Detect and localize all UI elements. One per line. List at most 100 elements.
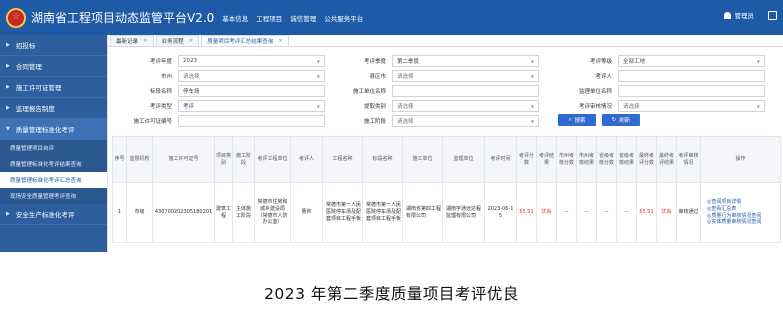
column-header: 监督机构 (126, 136, 153, 183)
close-icon[interactable]: × (143, 38, 148, 44)
evaluator-field: 考评人 (548, 69, 765, 82)
chevron-right-icon: ▶ (6, 42, 10, 48)
season-select[interactable]: 第二季度 ▼ (392, 54, 539, 67)
sidebar-item-label: 监理报告制度 (15, 105, 55, 113)
field-label: 考评类型 (149, 103, 172, 110)
year-select[interactable]: 2023 ▼ (178, 54, 325, 67)
review-select[interactable]: 请选择 ▼ (618, 99, 765, 112)
level-field: 考评等级 全部工地 ▼ (548, 54, 765, 67)
view-detail-link[interactable]: ◎查阅项目详情 (707, 199, 779, 206)
menu-icon[interactable] (768, 10, 777, 20)
stage-select[interactable]: 请选择 ▼ (392, 114, 539, 127)
cell-prov-result: -- (616, 182, 637, 243)
supervisor-input[interactable] (618, 84, 765, 97)
search-button[interactable]: ⌕ 搜索 (558, 114, 596, 126)
sidebar-item-safety-standard[interactable]: ▶ 安全生产标准化考评 (0, 204, 107, 225)
user-menu[interactable]: 管理员 (723, 10, 755, 20)
cell-city-result: -- (576, 182, 597, 243)
sidebar-subitem-result-query[interactable]: 质量管理标准化考评结果查询 (0, 156, 107, 172)
sidebar-item-label: 安全生产标准化考评 (15, 211, 75, 219)
chevron-down-icon: ▼ (316, 103, 320, 109)
cell-review: 审核通过 (676, 182, 701, 243)
sidebar-subitem-site-query[interactable]: 现场安全质量管理考评查询 (0, 188, 107, 204)
chevron-down-icon: ▼ (530, 58, 534, 64)
bid-name-input[interactable]: 停车场 (178, 84, 325, 97)
chevron-right-icon: ▶ (6, 84, 10, 90)
level-select[interactable]: 全部工地 ▼ (618, 54, 765, 67)
problem-type-select[interactable]: 请选择 ▼ (392, 99, 539, 112)
chevron-down-icon: ▼ (530, 73, 534, 79)
tab-latest[interactable]: 最新记录 × (110, 35, 154, 46)
sidebar-item-label: 施工许可证管理 (15, 84, 62, 92)
chevron-right-icon: ▶ (6, 105, 10, 111)
column-header: 考评时间 (484, 136, 517, 183)
field-label: 提取类别 (363, 103, 386, 110)
sidebar-subitem-self-eval[interactable]: 质量管理项目自评 (0, 140, 107, 156)
close-icon[interactable]: × (189, 38, 194, 44)
nav-basic-info[interactable]: 基本信息 (222, 13, 248, 23)
season-field: 考评季度 第二季度 ▼ (322, 54, 539, 67)
cell-result: 优良 (536, 182, 557, 243)
city-select[interactable]: 请选择 ▼ (178, 69, 325, 82)
field-label: 施工许可证编号 (133, 118, 172, 125)
main-content: 最新记录 × 业务流程 × 质量项目考评汇总结果查询 × 考评年度 2023 ▼ 考评季… (107, 35, 783, 252)
field-label: 考评等级 (589, 58, 612, 65)
cell-builder: 湖南省第四工程有限公司 (402, 182, 443, 243)
select-value: 2023 (183, 57, 197, 64)
sidebar-subitem-summary-query[interactable]: 质量管理标准化考评汇总查询 (0, 172, 107, 188)
tab-workflow[interactable]: 业务流程 × (155, 35, 200, 46)
table-header-row: 序号 监督机构 施工许可证号 项目类别 施工阶段 考评工程单位 考评人 工程名称… (112, 136, 781, 183)
search-button-label: 搜索 (574, 118, 586, 124)
column-header: 标段名称 (362, 136, 403, 183)
sidebar-item-label: 招投标 (15, 42, 36, 50)
column-header: 工程名称 (322, 136, 363, 183)
builder-input[interactable] (392, 84, 539, 97)
tab-summary-query[interactable]: 质量项目考评汇总结果查询 × (201, 35, 289, 46)
column-header: 序号 (112, 136, 127, 183)
cell-score: 85.91 (516, 182, 537, 243)
chevron-down-icon: ▼ (530, 118, 534, 124)
entity-review-link[interactable]: ◎实体质量审核情况查阅 (707, 219, 779, 226)
chevron-down-icon: ▼ (756, 58, 760, 64)
sidebar-item-quality-standard[interactable]: ▼ 质量管理标准化考评 (0, 119, 107, 140)
builder-field: 施工单位名称 (322, 84, 539, 97)
close-icon[interactable]: × (278, 38, 283, 44)
nav-public-service[interactable]: 公共服务平台 (324, 13, 363, 23)
nav-integrity[interactable]: 诚信管理 (290, 13, 316, 23)
sidebar-item-permit[interactable]: ▶ 施工许可证管理 (0, 77, 107, 98)
field-label: 施工单位名称 (352, 88, 386, 95)
form-row: 施工许可证编号 施工阶段 请选择 ▼ ⌕ 搜索 ↻ 刷新 (108, 114, 783, 127)
eval-type-select[interactable]: 考评 ▼ (178, 99, 325, 112)
chevron-down-icon: ▼ (316, 73, 320, 79)
tab-label: 业务流程 (161, 39, 184, 45)
select-value: 全部工地 (623, 58, 646, 65)
column-header: 考评分数 (516, 136, 537, 183)
table-row[interactable]: 1 市级 430700202305180201 建筑工程 主体施工阶段 常德市住… (112, 182, 781, 243)
county-select[interactable]: 请选择 ▼ (392, 69, 539, 82)
evaluator-input[interactable] (618, 69, 765, 82)
sidebar-item-label: 合同管理 (15, 63, 42, 71)
sidebar: ▶ 招投标 ▶ 合同管理 ▶ 施工许可证管理 ▶ 监理报告制度 ▼ 质量管理标准化考评 质… (0, 35, 107, 252)
sidebar-item-supervision-report[interactable]: ▶ 监理报告制度 (0, 98, 107, 119)
problem-type-field: 提取类别 请选择 ▼ (322, 99, 539, 112)
sidebar-item-bidding[interactable]: ▶ 招投标 (0, 35, 107, 56)
cell-project: 常德市第一人民医院停车场及配套项目工程手板 (322, 182, 363, 243)
tab-label: 最新记录 (116, 39, 139, 45)
cell-index: 1 (112, 182, 127, 243)
permit-input[interactable] (178, 114, 325, 127)
nav-projects[interactable]: 工程项目 (256, 13, 282, 23)
sidebar-item-contract[interactable]: ▶ 合同管理 (0, 56, 107, 77)
header-right: 管理员 (723, 10, 777, 20)
refresh-button[interactable]: ↻ 刷新 (602, 114, 640, 126)
cell-section: 常德市第一人民医院停车场及配套项目工程手板 (362, 182, 403, 243)
user-label: 管理员 (734, 12, 755, 20)
column-header: 操作 (700, 136, 781, 183)
column-header: 考评结果 (536, 136, 557, 183)
chevron-down-icon: ▼ (756, 103, 760, 109)
select-placeholder: 请选择 (397, 73, 414, 80)
column-header: 最终考评结果 (656, 136, 677, 183)
column-header: 省级考核分数 (596, 136, 617, 183)
view-summary-link[interactable]: ◎查看汇总表 (707, 206, 779, 213)
select-value: 第二季度 (397, 58, 420, 65)
eval-type-field: 考评类型 考评 ▼ (108, 99, 325, 112)
